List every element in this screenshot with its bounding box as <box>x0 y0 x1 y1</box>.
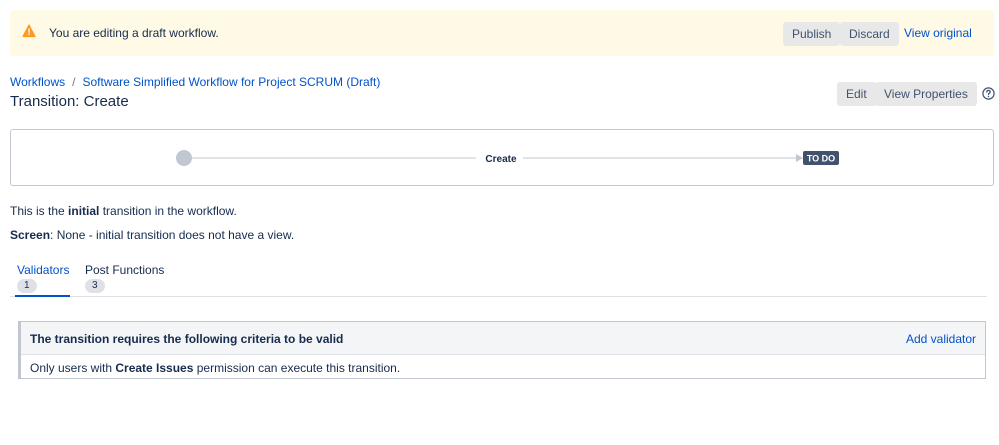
breadcrumb-workflow-link[interactable]: Software Simplified Workflow for Project… <box>82 75 380 89</box>
initial-transition-note: This is the initial transition in the wo… <box>10 204 237 218</box>
page-title: Transition: Create <box>10 93 129 110</box>
tab-post-functions[interactable]: Post Functions <box>85 263 164 277</box>
validators-panel-title: The transition requires the following cr… <box>30 332 344 346</box>
screen-info: Screen: None - initial transition does n… <box>10 228 294 242</box>
tabs-divider <box>10 296 987 297</box>
note-suffix: transition in the workflow. <box>99 204 237 218</box>
warning-icon <box>22 24 36 38</box>
breadcrumb-workflows-link[interactable]: Workflows <box>10 75 65 89</box>
discard-button[interactable]: Discard <box>840 22 899 46</box>
screen-label: Screen <box>10 228 51 242</box>
note-prefix: This is the <box>10 204 69 218</box>
post-functions-count-badge: 3 <box>85 279 105 293</box>
status-lozenge-todo: TO DO <box>807 154 835 164</box>
note-bold: initial <box>68 204 100 218</box>
publish-button[interactable]: Publish <box>783 22 841 46</box>
banner-message: You are editing a draft workflow. <box>49 26 219 40</box>
transition-name-label: Create <box>485 154 517 165</box>
draft-warning-banner: You are editing a draft workflow. Publis… <box>10 10 994 56</box>
breadcrumb: Workflows / Software Simplified Workflow f… <box>10 75 380 89</box>
transition-diagram: Create TO DO <box>10 129 994 186</box>
help-icon[interactable] <box>982 87 995 100</box>
validators-panel-header: The transition requires the following cr… <box>21 322 985 355</box>
edit-button[interactable]: Edit <box>837 82 876 106</box>
view-properties-button[interactable]: View Properties <box>875 82 977 106</box>
validator-row-prefix: Only users with <box>30 361 116 375</box>
validator-permission-name: Create Issues <box>115 361 194 375</box>
validator-row: Only users with Create Issues permission… <box>30 361 400 375</box>
validators-panel: The transition requires the following cr… <box>18 321 986 379</box>
active-tab-indicator <box>15 295 70 297</box>
initial-node <box>176 150 192 166</box>
validators-count-badge: 1 <box>17 279 37 293</box>
tab-validators[interactable]: Validators <box>17 263 69 277</box>
breadcrumb-separator: / <box>72 75 76 89</box>
validator-row-suffix: permission can execute this transition. <box>193 361 401 375</box>
add-validator-link[interactable]: Add validator <box>906 332 976 346</box>
arrow-head-icon <box>796 154 803 162</box>
view-original-link[interactable]: View original <box>904 26 972 40</box>
screen-value: : None - initial transition does not hav… <box>50 228 295 242</box>
